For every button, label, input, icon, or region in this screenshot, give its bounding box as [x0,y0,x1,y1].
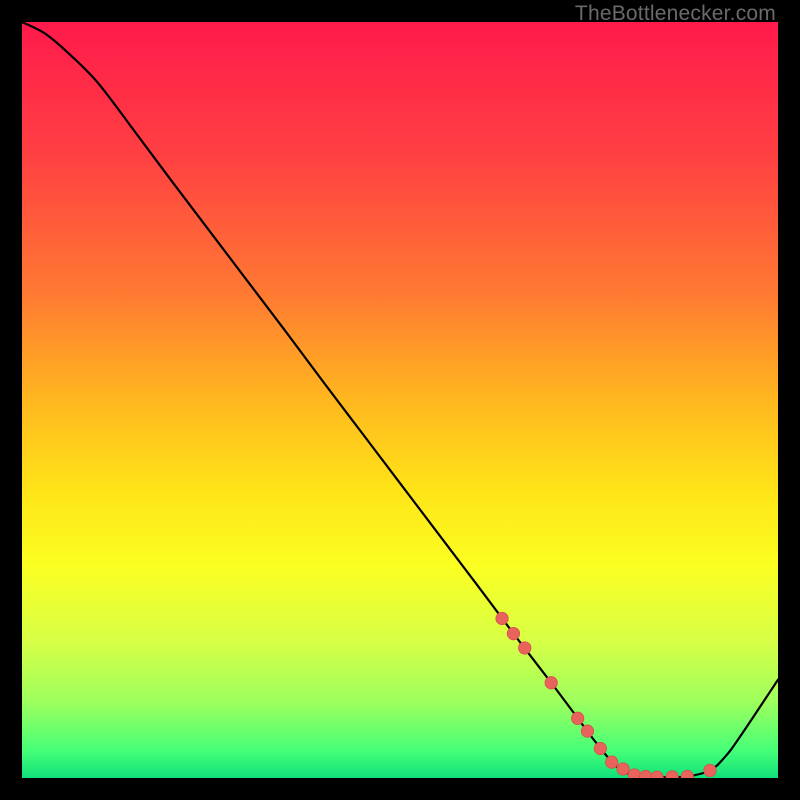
marker-point [594,742,606,754]
chart-stage: TheBottlenecker.com [0,0,800,800]
marker-point [571,712,583,724]
marker-point [519,642,531,654]
marker-point [704,764,716,776]
plot-area [22,22,778,778]
marker-point [617,763,629,775]
marker-point [581,725,593,737]
marker-point [605,756,617,768]
marker-point [507,627,519,639]
gradient-background [22,22,778,778]
marker-point [496,612,508,624]
chart-svg [22,22,778,778]
marker-point [545,677,557,689]
watermark-text: TheBottlenecker.com [575,2,776,26]
marker-point [628,769,640,778]
